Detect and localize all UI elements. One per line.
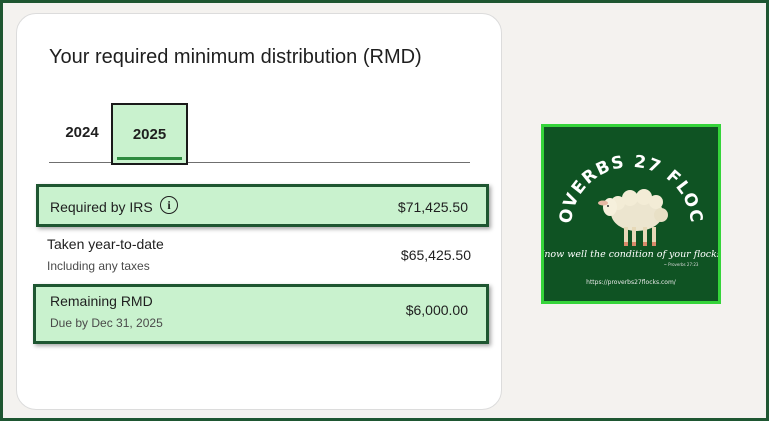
tab-2024[interactable]: 2024	[49, 103, 115, 161]
tab-label: 2025	[132, 125, 167, 143]
logo-graphic: PROVERBS 27 FLOCKS K	[544, 127, 718, 286]
tab-2025[interactable]: 2025	[111, 103, 188, 165]
page-title: Your required minimum distribution (RMD)	[49, 46, 422, 68]
taken-ytd-row: Taken year-to-date Including any taxes $…	[36, 232, 489, 280]
logo-url: https://proverbs27flocks.com/	[586, 279, 677, 286]
remaining-rmd-row: Remaining RMD Due by Dec 31, 2025 $6,000…	[33, 284, 489, 344]
row-sublabel: Including any taxes	[47, 259, 150, 273]
info-icon[interactable]: i	[160, 196, 178, 214]
logo-tagline: Know well the condition of your flocks.	[544, 249, 718, 260]
tab-label: 2024	[65, 123, 99, 141]
required-by-irs-row: Required by IRS i $71,425.50	[36, 184, 489, 227]
screenshot-frame: Your required minimum distribution (RMD)…	[0, 0, 769, 421]
sheep-icon	[598, 189, 668, 246]
logo-citation: ~ Proverbs 27:23	[664, 262, 699, 267]
row-value: $6,000.00	[405, 302, 468, 318]
row-label: Remaining RMD	[50, 293, 153, 309]
row-label: Taken year-to-date	[47, 236, 164, 252]
active-tab-indicator	[117, 157, 182, 160]
year-tabs: 2024 2025	[49, 103, 470, 165]
row-sublabel: Due by Dec 31, 2025	[50, 316, 163, 330]
row-value: $71,425.50	[397, 199, 468, 215]
row-value: $65,425.50	[400, 247, 471, 263]
proverbs-27-flocks-logo: PROVERBS 27 FLOCKS K	[541, 124, 721, 304]
row-label: Required by IRS	[50, 199, 153, 215]
